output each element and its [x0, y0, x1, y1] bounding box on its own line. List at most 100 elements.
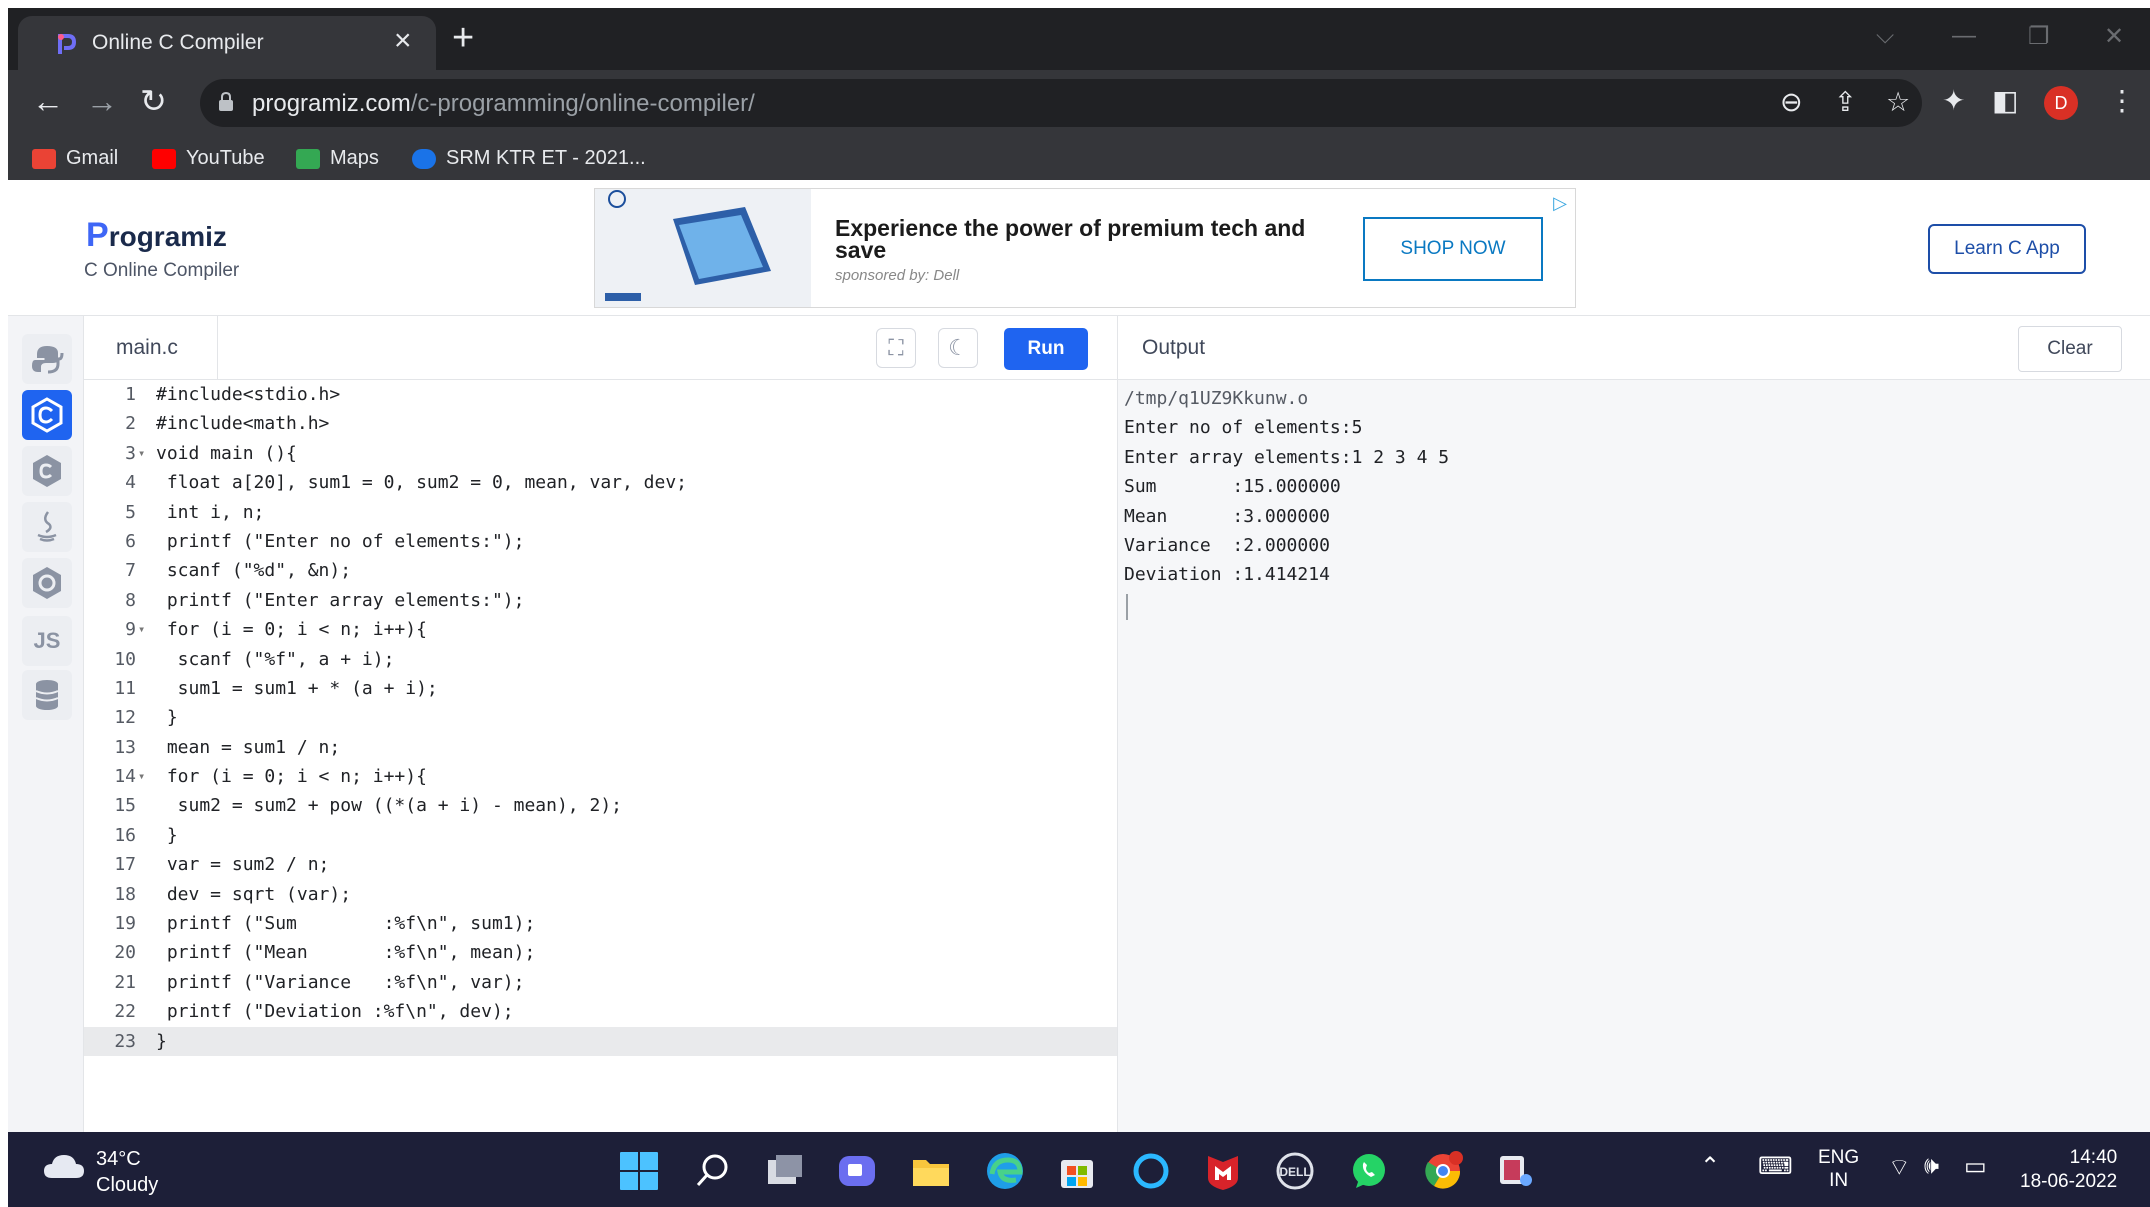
- minimize-icon[interactable]: —: [1952, 22, 1976, 50]
- code-line[interactable]: 10 scanf ("%f", a + i);: [84, 645, 1117, 674]
- address-bar[interactable]: programiz.com/c-programming/online-compi…: [200, 79, 1922, 127]
- volume-icon[interactable]: 🕪: [1924, 1152, 1939, 1180]
- code-line-current[interactable]: 23}: [84, 1026, 1117, 1056]
- code-text: printf ("Enter no of elements:");: [156, 530, 525, 552]
- code-line[interactable]: 2 #include<math.h>: [84, 409, 1117, 438]
- code-line[interactable]: 16 }: [84, 821, 1117, 850]
- javascript-icon[interactable]: JS: [22, 616, 72, 666]
- csharp-icon[interactable]: [22, 558, 72, 608]
- java-icon[interactable]: [22, 502, 72, 552]
- code-line[interactable]: 13 mean = sum1 / n;: [84, 733, 1117, 762]
- menu-kebab-icon[interactable]: ⋮: [2108, 86, 2136, 116]
- cloud-weather-icon[interactable]: [42, 1152, 86, 1180]
- snipping-tool-icon[interactable]: [1494, 1150, 1536, 1192]
- code-line[interactable]: 8 printf ("Enter array elements:");: [84, 586, 1117, 615]
- advertisement-banner[interactable]: Experience the power of premium tech and…: [594, 188, 1576, 308]
- run-button[interactable]: Run: [1004, 328, 1088, 370]
- lock-icon: [219, 92, 233, 111]
- code-line[interactable]: 19 printf ("Sum :%f\n", sum1);: [84, 909, 1117, 938]
- c-language-icon[interactable]: [22, 390, 72, 440]
- share-icon[interactable]: ⇪: [1834, 87, 1857, 118]
- shop-now-button[interactable]: SHOP NOW: [1363, 217, 1543, 281]
- new-tab-button[interactable]: +: [452, 19, 474, 57]
- forward-icon[interactable]: →: [86, 84, 118, 118]
- sql-database-icon[interactable]: [22, 670, 72, 720]
- reload-icon[interactable]: ↻: [140, 84, 167, 118]
- search-icon[interactable]: [692, 1150, 734, 1192]
- code-line[interactable]: 17 var = sum2 / n;: [84, 850, 1117, 879]
- code-line[interactable]: 22 printf ("Deviation :%f\n", dev);: [84, 997, 1117, 1026]
- code-line[interactable]: 14 ▾ for (i = 0; i < n; i++){: [84, 762, 1117, 791]
- code-line[interactable]: 7 scanf ("%d", &n);: [84, 556, 1117, 585]
- output-line: Sum :15.000000: [1124, 476, 1341, 498]
- wifi-icon[interactable]: ⌔: [1888, 1152, 1911, 1182]
- restore-icon[interactable]: ❐: [2028, 22, 2050, 51]
- code-area[interactable]: 1 #include<stdio.h> 2 #include<math.h> 3 ▾ v…: [84, 380, 1117, 1056]
- language-indicator[interactable]: ENG IN: [1818, 1146, 1859, 1192]
- code-line[interactable]: 4 float a[20], sum1 = 0, sum2 = 0, mean,…: [84, 468, 1117, 497]
- fold-arrow-icon[interactable]: ▾: [138, 762, 145, 791]
- cortana-icon[interactable]: [1130, 1150, 1172, 1192]
- code-line[interactable]: 6 printf ("Enter no of elements:");: [84, 527, 1117, 556]
- programiz-logo[interactable]: Programiz: [86, 216, 227, 255]
- code-text: int i, n;: [156, 501, 265, 523]
- windows-start-icon[interactable]: [618, 1150, 660, 1192]
- whatsapp-icon[interactable]: [1348, 1150, 1390, 1192]
- code-text: void main (){: [156, 442, 297, 464]
- code-line[interactable]: 11 sum1 = sum1 + * (a + i);: [84, 674, 1117, 703]
- code-line[interactable]: 15 sum2 = sum2 + pow ((*(a + i) - mean),…: [84, 791, 1117, 820]
- bookmark-youtube[interactable]: YouTube: [152, 144, 265, 172]
- code-line[interactable]: 21 printf ("Variance :%f\n", var);: [84, 968, 1117, 997]
- chrome-icon[interactable]: [1422, 1150, 1464, 1192]
- tab-close-icon[interactable]: ×: [394, 24, 412, 58]
- ad-choices-icon[interactable]: ▷: [1553, 193, 1567, 214]
- language-code: ENG: [1818, 1147, 1860, 1168]
- system-clock[interactable]: 14:40 18-06-2022: [2020, 1146, 2117, 1194]
- code-line[interactable]: 12 }: [84, 703, 1117, 732]
- side-panel-icon[interactable]: ◧: [1992, 86, 2018, 116]
- ms-store-icon[interactable]: [1056, 1150, 1098, 1192]
- show-hidden-icons-chevron-icon[interactable]: ⌃: [1700, 1152, 1720, 1181]
- file-explorer-icon[interactable]: [910, 1150, 952, 1192]
- console-cursor: [1126, 593, 1128, 620]
- python-icon[interactable]: [22, 334, 72, 384]
- edge-browser-icon[interactable]: [984, 1150, 1026, 1192]
- output-console[interactable]: /tmp/q1UZ9Kkunw.o Enter no of elements:5…: [1124, 384, 1449, 620]
- code-line[interactable]: 1 #include<stdio.h>: [84, 380, 1117, 409]
- mcafee-icon[interactable]: [1202, 1150, 1244, 1192]
- clock-date: 18-06-2022: [2020, 1171, 2118, 1192]
- task-view-icon[interactable]: [764, 1150, 806, 1192]
- dell-icon[interactable]: DELL: [1274, 1150, 1316, 1192]
- cpp-icon[interactable]: [22, 446, 72, 496]
- tab-search-icon[interactable]: ⌵: [1876, 22, 1894, 50]
- bookmark-srm[interactable]: SRM KTR ET - 2021...: [412, 144, 646, 172]
- line-number: 22: [114, 1001, 136, 1023]
- code-line[interactable]: 9 ▾ for (i = 0; i < n; i++){: [84, 615, 1117, 644]
- keyboard-icon[interactable]: ⌨: [1758, 1152, 1793, 1181]
- clear-button[interactable]: Clear: [2018, 326, 2122, 372]
- url-path: /c-programming/online-compiler/: [410, 90, 755, 117]
- learn-c-app-button[interactable]: Learn C App: [1928, 224, 2086, 274]
- extensions-icon[interactable]: ✦: [1942, 86, 1965, 116]
- programiz-favicon-icon: [58, 34, 77, 54]
- code-text: float a[20], sum1 = 0, sum2 = 0, mean, v…: [156, 472, 688, 494]
- bookmark-star-icon[interactable]: ☆: [1886, 87, 1910, 118]
- file-tab-main-c[interactable]: main.c: [84, 316, 218, 380]
- zoom-icon[interactable]: ⊖: [1780, 87, 1803, 118]
- fold-arrow-icon[interactable]: ▾: [138, 615, 145, 644]
- fold-arrow-icon[interactable]: ▾: [138, 439, 145, 468]
- fullscreen-icon[interactable]: ⛶: [876, 328, 916, 368]
- code-line[interactable]: 3 ▾ void main (){: [84, 439, 1117, 468]
- bookmark-gmail[interactable]: Gmail: [32, 144, 118, 172]
- profile-avatar[interactable]: D: [2044, 86, 2078, 120]
- teams-chat-icon[interactable]: [836, 1150, 878, 1192]
- back-icon[interactable]: ←: [32, 84, 64, 118]
- code-line[interactable]: 18 dev = sqrt (var);: [84, 880, 1117, 909]
- close-window-icon[interactable]: ✕: [2104, 22, 2124, 51]
- code-line[interactable]: 5 int i, n;: [84, 498, 1117, 527]
- dark-mode-moon-icon[interactable]: ☾: [938, 328, 978, 368]
- battery-icon[interactable]: ▭: [1964, 1152, 1987, 1181]
- code-line[interactable]: 20 printf ("Mean :%f\n", mean);: [84, 938, 1117, 967]
- bookmark-maps[interactable]: Maps: [296, 144, 379, 172]
- browser-tab[interactable]: Online C Compiler ×: [18, 16, 436, 70]
